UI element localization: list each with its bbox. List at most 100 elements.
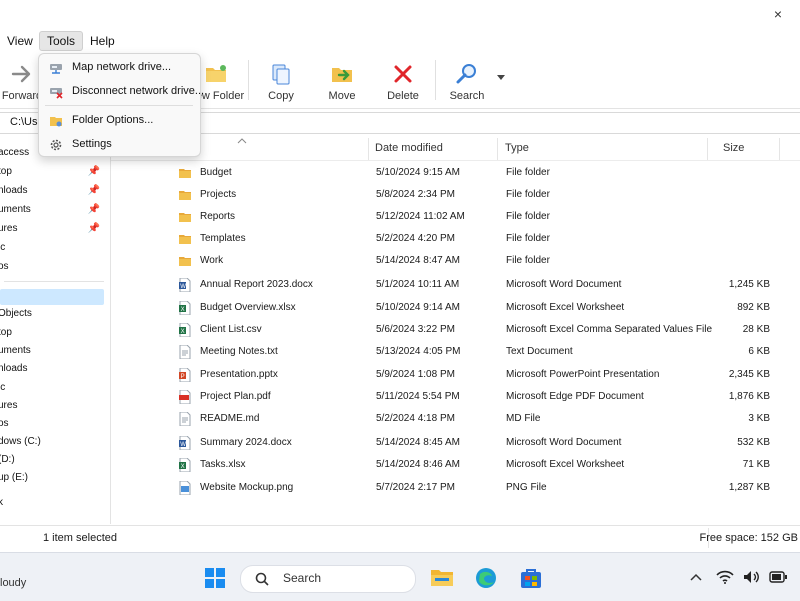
nav-item-documents-pc[interactable]: uments: [0, 342, 110, 360]
delete-icon: [394, 65, 412, 83]
chevron-down-icon[interactable]: [497, 75, 505, 81]
folder-options-icon: [50, 117, 62, 127]
file-row[interactable]: Work 5/14/2024 8:47 AM File folder: [171, 251, 800, 273]
wifi-icon[interactable]: [716, 570, 734, 584]
svg-text:X: X: [181, 464, 185, 470]
nav-item-desktop[interactable]: top 📌: [0, 163, 110, 181]
file-explorer-icon[interactable]: [430, 567, 454, 587]
edge-browser-icon[interactable]: [475, 567, 497, 589]
search-button[interactable]: Search: [437, 56, 497, 104]
column-divider[interactable]: [497, 138, 498, 160]
pin-icon[interactable]: 📌: [88, 163, 100, 181]
column-divider[interactable]: [368, 138, 369, 160]
nav-item-videos[interactable]: os: [0, 258, 110, 276]
nav-item-pictures[interactable]: ures 📌: [0, 220, 110, 238]
file-date-modified: 5/1/2024 10:11 AM: [376, 279, 460, 290]
title-bar: ×: [0, 0, 800, 30]
nav-item-downloads[interactable]: nloads 📌: [0, 182, 110, 200]
file-name: Client List.csv: [200, 324, 262, 335]
move-label: Move: [328, 90, 356, 102]
file-row[interactable]: X Tasks.xlsx 5/14/2024 8:46 AM Microsoft Ex…: [171, 455, 800, 477]
file-row[interactable]: W Annual Report 2023.docx 5/1/2024 10:11 A…: [171, 275, 800, 297]
file-row[interactable]: Project Plan.pdf 5/11/2024 5:54 PM Microso…: [171, 387, 800, 409]
menu-item-folder-options[interactable]: Folder Options...: [39, 109, 200, 133]
taskbar-search[interactable]: Search: [240, 565, 416, 593]
file-date-modified: 5/7/2024 2:17 PM: [376, 482, 455, 493]
nav-label: ures: [0, 223, 18, 234]
menu-item-label: Map network drive...: [72, 61, 172, 73]
nav-item-this-pc[interactable]: [0, 289, 104, 305]
nav-item-videos-pc[interactable]: os: [0, 415, 110, 433]
sort-ascending-icon[interactable]: [237, 138, 247, 144]
nav-item-music-pc[interactable]: ic: [0, 379, 110, 397]
menu-item-settings[interactable]: Settings: [39, 133, 200, 157]
file-row[interactable]: X Client List.csv 5/6/2024 3:22 PM Microsof…: [171, 320, 800, 342]
move-icon: [332, 68, 352, 82]
file-row[interactable]: Website Mockup.png 5/7/2024 2:17 PM PNG Fi…: [171, 478, 800, 500]
column-header-size[interactable]: Size: [723, 142, 744, 154]
copy-button[interactable]: Copy: [251, 56, 311, 104]
menu-tools[interactable]: Tools: [39, 31, 84, 51]
toolbar-separator: [248, 60, 249, 100]
column-divider[interactable]: [779, 138, 780, 160]
file-row[interactable]: README.md 5/2/2024 4:18 PM MD File 3 KB: [171, 409, 800, 431]
file-name: Work: [200, 255, 224, 266]
file-date-modified: 5/10/2024 9:15 AM: [376, 167, 460, 178]
file-type: Microsoft Excel Comma Separated Values F…: [506, 324, 713, 335]
column-divider[interactable]: [707, 138, 708, 160]
search-label: Search: [449, 90, 485, 102]
nav-item-documents[interactable]: uments 📌: [0, 201, 110, 219]
file-name: Reports: [200, 211, 236, 222]
file-row[interactable]: Budget 5/10/2024 9:15 AM File folder: [171, 163, 800, 185]
close-icon[interactable]: ×: [774, 6, 782, 22]
nav-item-music[interactable]: ic: [0, 239, 110, 257]
windows-start-icon[interactable]: [205, 568, 225, 588]
file-name: Meeting Notes.txt: [200, 346, 278, 357]
menu-item-map-network-drive[interactable]: Map network drive...: [39, 56, 200, 80]
nav-label: (D:): [0, 454, 15, 465]
file-row[interactable]: Reports 5/12/2024 11:02 AM File folder: [171, 207, 800, 229]
file-date-modified: 5/13/2024 4:05 PM: [376, 346, 461, 357]
file-row[interactable]: Projects 5/8/2024 2:34 PM File folder: [171, 185, 800, 207]
file-type: Microsoft Edge PDF Document: [506, 391, 644, 402]
microsoft-store-icon[interactable]: [520, 567, 542, 589]
nav-item-drive-d[interactable]: (D:): [0, 451, 110, 469]
pin-icon[interactable]: 📌: [88, 182, 100, 200]
file-name: Website Mockup.png: [200, 482, 294, 493]
nav-divider: [4, 281, 104, 282]
file-date-modified: 5/2/2024 4:20 PM: [376, 233, 455, 244]
file-row[interactable]: X Budget Overview.xlsx 5/10/2024 9:14 AM Mi…: [171, 298, 800, 320]
file-name: Templates: [200, 233, 246, 244]
file-row[interactable]: P Presentation.pptx 5/9/2024 1:08 PM Micros…: [171, 365, 800, 387]
nav-item-desktop-pc[interactable]: top: [0, 324, 110, 342]
pin-icon[interactable]: 📌: [88, 201, 100, 219]
delete-button[interactable]: Delete: [373, 56, 433, 104]
nav-item-network[interactable]: k: [0, 494, 110, 512]
nav-item-pictures-pc[interactable]: ures: [0, 397, 110, 415]
battery-icon[interactable]: [769, 571, 787, 583]
chevron-up-icon[interactable]: [690, 573, 702, 581]
nav-item-drive-c[interactable]: dows (C:): [0, 433, 110, 451]
move-button[interactable]: Move: [312, 56, 372, 104]
volume-icon[interactable]: [743, 570, 761, 584]
pin-icon[interactable]: 📌: [88, 220, 100, 238]
free-space-status: Free space: 152 GB: [699, 532, 798, 544]
file-row[interactable]: Templates 5/2/2024 4:20 PM File folder: [171, 229, 800, 251]
file-type: Microsoft PowerPoint Presentation: [506, 369, 660, 380]
menu-view[interactable]: View: [0, 32, 40, 50]
taskbar: loudy Search: [0, 552, 800, 601]
nav-item-drive-e[interactable]: up (E:): [0, 469, 110, 487]
file-date-modified: 5/10/2024 9:14 AM: [376, 302, 460, 313]
menu-item-disconnect-network-drive[interactable]: Disconnect network drive...: [39, 80, 204, 104]
menu-help[interactable]: Help: [83, 32, 122, 50]
nav-item-downloads-pc[interactable]: nloads: [0, 360, 110, 378]
weather-text[interactable]: loudy: [0, 577, 26, 589]
column-header-date-modified[interactable]: Date modified: [375, 142, 443, 154]
column-header-type[interactable]: Type: [505, 142, 529, 154]
file-row[interactable]: W Summary 2024.docx 5/14/2024 8:45 AM Micro…: [171, 433, 800, 455]
file-row[interactable]: Meeting Notes.txt 5/13/2024 4:05 PM Text D…: [171, 342, 800, 364]
file-size: 1,245 KB: [728, 279, 770, 290]
arrow-right-icon: [11, 65, 31, 83]
nav-item-3d-objects[interactable]: Objects: [0, 305, 110, 323]
selection-status: 1 item selected: [43, 532, 117, 544]
